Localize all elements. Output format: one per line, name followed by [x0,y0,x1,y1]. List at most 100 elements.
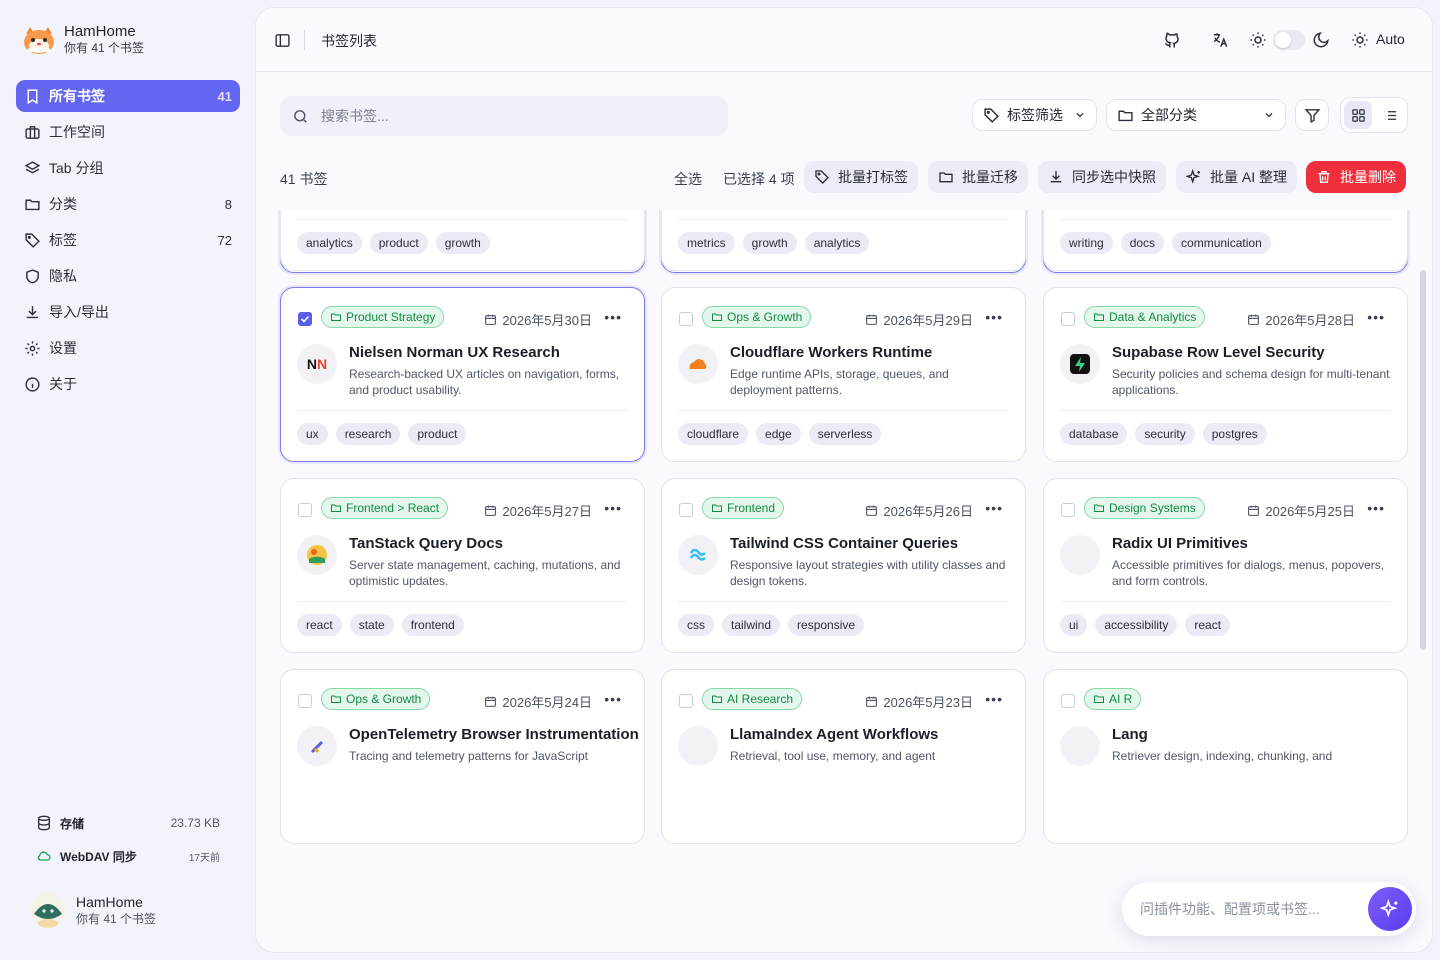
sidebar-item-about[interactable]: 关于 [16,368,240,400]
sidebar-item-all-bookmarks[interactable]: 所有书签 41 [16,80,240,112]
bookmark-card[interactable]: Frontend 2026年5月26日 ••• Tailwind CSS Contai… [661,478,1026,653]
tag-chip[interactable]: research [335,423,401,445]
bookmark-card[interactable]: Writing2026年5月31日•••DOCSWrite the Docs G… [1043,210,1408,271]
tag-chip[interactable]: docs [1120,232,1165,254]
tag-chip[interactable]: growth [742,232,797,254]
tag-chip[interactable]: postgres [1202,423,1267,445]
tag-chip[interactable]: product [369,232,428,254]
bookmark-title[interactable]: Nielsen Norman UX Research [349,344,560,361]
brand[interactable]: HamHome 你有 41 个书签 [22,24,144,56]
auto-theme-icon[interactable] [1351,31,1369,49]
sidebar-item-settings[interactable]: 设置 [16,332,240,364]
bookmark-title[interactable]: Lang [1112,726,1148,743]
batch-tag-button[interactable]: 批量打标签 [804,161,918,193]
category-badge[interactable]: AI R [1084,688,1142,710]
tag-chip[interactable]: ux [297,423,328,445]
tag-chip[interactable]: tailwind [722,614,781,636]
more-options-icon[interactable]: ••• [985,692,1003,706]
tag-chip[interactable]: edge [756,423,801,445]
ai-assistant-box[interactable] [1122,882,1416,936]
sidebar-item-import-export[interactable]: 导入/导出 [16,296,240,328]
category-filter-select[interactable]: 全部分类 [1106,99,1286,131]
select-checkbox[interactable] [679,503,693,517]
category-badge[interactable]: Frontend [702,497,785,519]
tag-chip[interactable]: responsive [788,614,865,636]
sidebar-item-privacy[interactable]: 隐私 [16,260,240,292]
search-input[interactable] [321,108,701,124]
tag-filter-button[interactable]: 标签筛选 [972,99,1097,131]
theme-toggle[interactable] [1273,30,1305,50]
search-box[interactable] [280,96,728,136]
tag-chip[interactable]: cloudflare [678,423,749,445]
bookmark-card[interactable]: AI R Lang Retriever design, indexing, chun… [1043,669,1408,844]
bookmark-title[interactable]: TanStack Query Docs [349,535,503,552]
more-options-icon[interactable]: ••• [985,501,1003,515]
tag-chip[interactable]: product [408,423,467,445]
tag-chip[interactable]: serverless [808,423,882,445]
batch-delete-button[interactable]: 批量删除 [1306,161,1406,193]
tag-chip[interactable]: analytics [804,232,870,254]
batch-snapshot-button[interactable]: 同步选中快照 [1038,161,1166,193]
bookmark-title[interactable]: Radix UI Primitives [1112,535,1248,552]
ai-assistant-button[interactable] [1368,887,1412,931]
category-badge[interactable]: Frontend > React [321,497,449,519]
filter-button[interactable] [1295,99,1329,131]
tag-chip[interactable]: react [297,614,342,636]
category-badge[interactable]: Ops & Growth [321,688,431,710]
more-options-icon[interactable]: ••• [985,310,1003,324]
category-badge[interactable]: Ops & Growth [702,306,812,328]
bookmark-card[interactable]: Data & Analytics2026年6月2日•••PostHog Prod… [280,210,645,271]
tag-chip[interactable]: css [678,614,714,636]
sidebar-item-tags[interactable]: 标签 72 [16,224,240,256]
github-icon[interactable] [1163,31,1181,49]
translate-icon[interactable] [1211,31,1229,49]
grid-view-button[interactable] [1344,101,1372,129]
tag-chip[interactable]: accessibility [1095,614,1178,636]
tag-chip[interactable]: analytics [297,232,362,254]
select-checkbox[interactable] [1061,694,1075,708]
bookmark-card[interactable]: AI Research 2026年5月23日 ••• LlamaIndex Agent… [661,669,1026,844]
ai-assistant-input[interactable] [1140,901,1340,917]
tag-chip[interactable]: growth [435,232,490,254]
more-options-icon[interactable]: ••• [1367,501,1385,515]
category-badge[interactable]: Design Systems [1084,497,1205,519]
sidebar-item-workspace[interactable]: 工作空间 [16,116,240,148]
theme-mode-label[interactable]: Auto [1376,31,1405,47]
select-all-button[interactable]: 全选 [674,169,702,189]
sidebar-toggle-icon[interactable] [274,32,291,49]
sidebar-item-categories[interactable]: 分类 8 [16,188,240,220]
tag-chip[interactable]: frontend [401,614,464,636]
more-options-icon[interactable]: ••• [604,501,622,515]
bookmark-title[interactable]: Cloudflare Workers Runtime [730,344,932,361]
bookmark-title[interactable]: LlamaIndex Agent Workflows [730,726,938,743]
category-badge[interactable]: AI Research [702,688,803,710]
more-options-icon[interactable]: ••• [1367,310,1385,324]
tag-chip[interactable]: communication [1172,232,1271,254]
select-checkbox[interactable] [1061,312,1075,326]
batch-ai-button[interactable]: 批量 AI 整理 [1176,161,1298,193]
category-badge[interactable]: Data & Analytics [1084,306,1206,328]
webdav-sync[interactable]: WebDAV 同步 17天前 [16,841,240,871]
tag-chip[interactable]: react [1185,614,1231,636]
scrollbar[interactable] [1420,270,1426,650]
sun-icon[interactable] [1249,31,1267,49]
select-checkbox[interactable] [679,312,693,326]
category-badge[interactable]: Product Strategy [321,306,445,328]
select-checkbox[interactable] [298,312,312,326]
tag-chip[interactable]: database [1060,423,1128,445]
tag-chip[interactable]: metrics [678,232,735,254]
moon-icon[interactable] [1312,31,1330,49]
more-options-icon[interactable]: ••• [604,310,622,324]
select-checkbox[interactable] [1061,503,1075,517]
user-profile[interactable]: HamHome 你有 41 个书签 [30,892,156,928]
select-checkbox[interactable] [298,503,312,517]
bookmark-card[interactable]: Product Strategy 2026年5月30日 ••• NN Nielsen N… [280,287,645,462]
select-checkbox[interactable] [298,694,312,708]
bookmark-title[interactable]: Supabase Row Level Security [1112,344,1325,361]
bookmark-card[interactable]: Design Systems 2026年5月25日 ••• Radix UI Prim… [1043,478,1408,653]
bookmark-title[interactable]: OpenTelemetry Browser Instrumentation [349,726,639,743]
bookmark-card[interactable]: Ops & Growth 2026年5月29日 ••• Cloudflare Work… [661,287,1026,462]
tag-chip[interactable]: ui [1060,614,1088,636]
sidebar-item-tab-groups[interactable]: Tab 分组 [16,152,240,184]
bookmark-card[interactable]: Ops & Growth 2026年5月24日 ••• OpenTelemetry B… [280,669,645,844]
